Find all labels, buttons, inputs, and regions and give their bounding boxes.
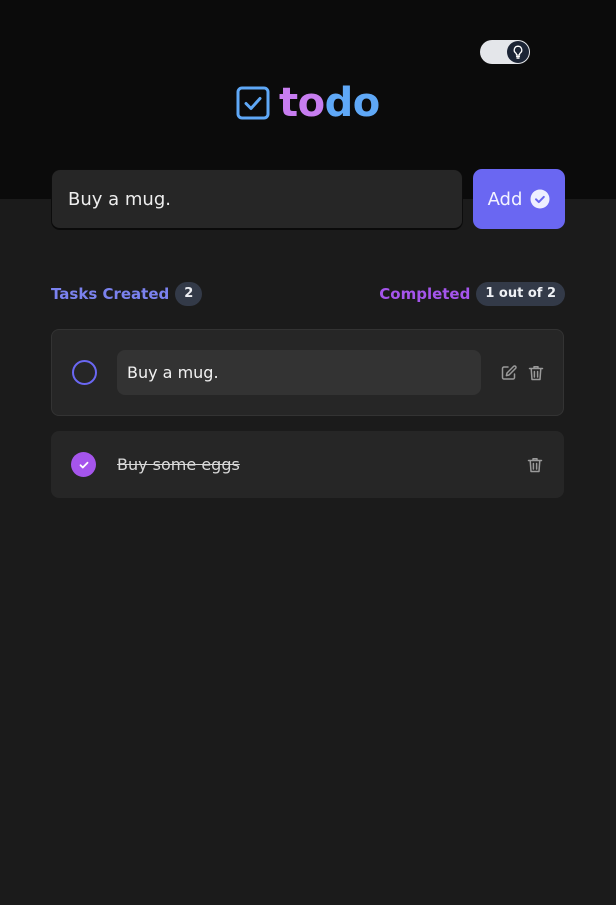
delete-button[interactable] [526, 363, 546, 383]
app-title: todo [279, 80, 380, 126]
new-task-input[interactable] [51, 169, 463, 230]
tasks-created-label: Tasks Created [51, 285, 170, 303]
delete-button[interactable] [525, 455, 545, 475]
task-checkbox-checked[interactable] [71, 452, 96, 477]
trash-icon [528, 366, 544, 381]
add-button[interactable]: Add [473, 169, 565, 229]
completed-label: Completed [379, 285, 471, 303]
task-checkbox[interactable] [72, 360, 97, 385]
check-circle-icon [530, 189, 550, 209]
completed-badge: 1 out of 2 [476, 282, 565, 306]
tasks-created-counter: Tasks Created 2 [51, 281, 203, 307]
tasks-created-badge: 2 [175, 282, 203, 306]
completed-counter: Completed 1 out of 2 [379, 281, 565, 307]
app-title-to: to [279, 80, 325, 126]
trash-icon [527, 458, 543, 473]
task-item: Buy some eggs [51, 431, 564, 498]
edit-button[interactable] [499, 363, 519, 383]
task-edit-input[interactable] [117, 350, 481, 395]
toggle-knob [507, 41, 529, 63]
check-icon [79, 461, 88, 468]
checkbox-icon [236, 86, 270, 120]
app-title-do: do [324, 80, 381, 126]
theme-toggle[interactable] [480, 40, 530, 64]
add-button-label: Add [487, 188, 523, 210]
task-item [51, 329, 564, 416]
lightbulb-icon [513, 45, 523, 59]
edit-icon [501, 365, 517, 380]
app-logo: todo [236, 80, 380, 126]
task-text: Buy some eggs [117, 455, 240, 474]
